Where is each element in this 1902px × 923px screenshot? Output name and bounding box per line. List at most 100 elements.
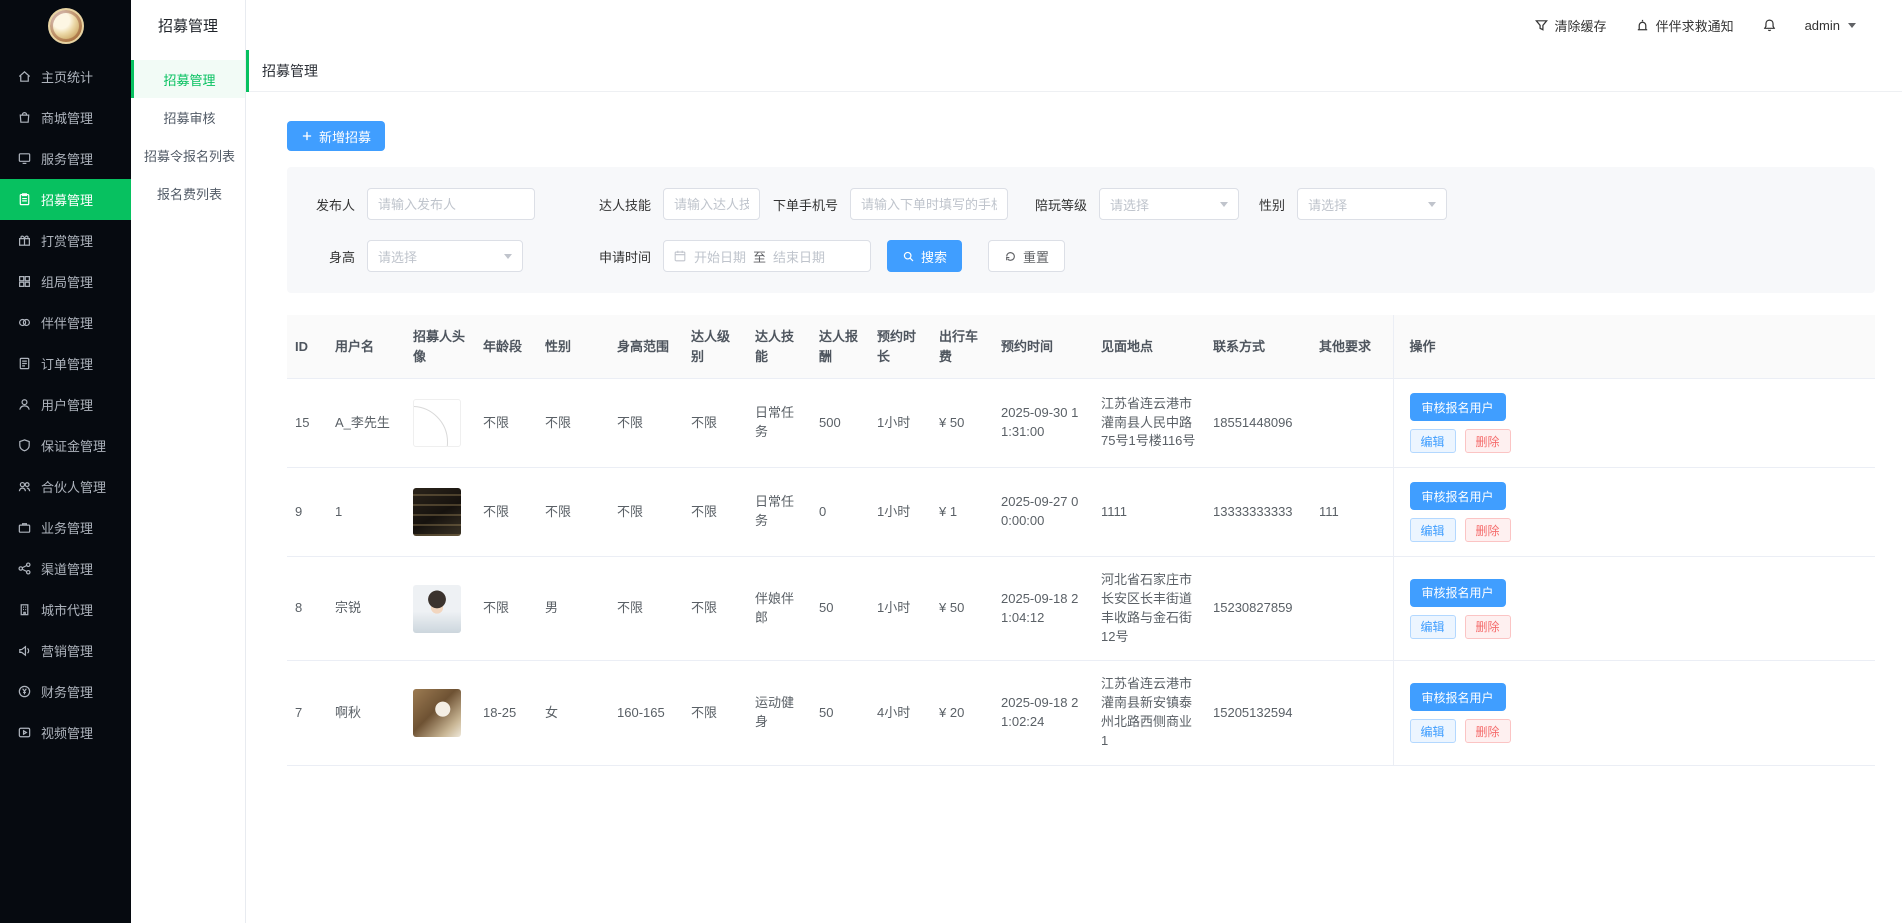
cell-username: 宗锐 — [327, 557, 405, 661]
submenu-item-label: 招募令报名列表 — [144, 146, 235, 165]
sidebar-item-partner[interactable]: 合伙人管理 — [0, 466, 131, 507]
edit-button[interactable]: 编辑 — [1410, 518, 1456, 542]
review-signup-users-button[interactable]: 审核报名用户 — [1410, 683, 1506, 711]
cell-time: 2025-09-18 21:02:24 — [993, 661, 1093, 765]
sidebar-item-label: 财务管理 — [41, 682, 93, 701]
col-header-avatar: 招募人头像 — [405, 315, 475, 379]
cell-duration: 1小时 — [869, 468, 931, 557]
delete-button[interactable]: 删除 — [1465, 719, 1511, 743]
sidebar-item-recruitment[interactable]: 招募管理 — [0, 179, 131, 220]
cell-reward: 50 — [811, 557, 869, 661]
edit-button[interactable]: 编辑 — [1410, 719, 1456, 743]
gender-placeholder: 请选择 — [1308, 195, 1347, 214]
height-label: 身高 — [315, 247, 355, 266]
sidebar-item-label: 服务管理 — [41, 149, 93, 168]
sidebar-item-orders[interactable]: 订单管理 — [0, 343, 131, 384]
user-menu[interactable]: admin — [1805, 18, 1856, 33]
sidebar-item-home-stats[interactable]: 主页统计 — [0, 56, 131, 97]
sidebar-item-city-agent[interactable]: 城市代理 — [0, 589, 131, 630]
review-signup-users-button[interactable]: 审核报名用户 — [1410, 482, 1506, 510]
sidebar-item-label: 业务管理 — [41, 518, 93, 537]
reset-button[interactable]: 重置 — [988, 240, 1065, 272]
sidebar-item-deposit[interactable]: 保证金管理 — [0, 425, 131, 466]
main-area: 清除缓存 伴伴求救通知 admin 招募管理 新增招募 — [246, 0, 1902, 923]
cell-username: 1 — [327, 468, 405, 557]
col-header-reward: 达人报酬 — [811, 315, 869, 379]
submenu-item-recruitment-review[interactable]: 招募审核 — [131, 98, 245, 136]
cell-id: 8 — [287, 557, 327, 661]
sos-alert-icon — [1635, 18, 1650, 33]
shield-icon — [17, 438, 32, 453]
sidebar-item-business[interactable]: 业务管理 — [0, 507, 131, 548]
sidebar-item-label: 城市代理 — [41, 600, 93, 619]
cell-height: 不限 — [609, 468, 683, 557]
cell-id: 7 — [287, 661, 327, 765]
sos-notice-label: 伴伴求救通知 — [1656, 16, 1734, 35]
play-level-select[interactable]: 请选择 — [1099, 188, 1239, 220]
calendar-icon — [673, 249, 687, 263]
sos-notice-button[interactable]: 伴伴求救通知 — [1635, 16, 1734, 35]
edit-button[interactable]: 编辑 — [1410, 429, 1456, 453]
sidebar-item-companion[interactable]: 伴伴管理 — [0, 302, 131, 343]
notifications-button[interactable] — [1762, 18, 1777, 33]
cell-level: 不限 — [683, 379, 747, 468]
clear-cache-button[interactable]: 清除缓存 — [1534, 16, 1607, 35]
sidebar-item-group[interactable]: 组局管理 — [0, 261, 131, 302]
sidebar-item-label: 组局管理 — [41, 272, 93, 291]
height-placeholder: 请选择 — [378, 247, 417, 266]
review-signup-users-button[interactable]: 审核报名用户 — [1410, 393, 1506, 421]
cell-fare: ¥ 20 — [931, 661, 993, 765]
filter-row-2: 身高 请选择 申请时间 开始日期 至 结束日期 搜索 — [315, 240, 1847, 272]
sidebar-item-users[interactable]: 用户管理 — [0, 384, 131, 425]
sidebar-item-label: 合伙人管理 — [41, 477, 106, 496]
cell-username: A_李先生 — [327, 379, 405, 468]
delete-button[interactable]: 删除 — [1465, 429, 1511, 453]
apply-time-daterange[interactable]: 开始日期 至 结束日期 — [663, 240, 871, 272]
app-logo — [48, 8, 84, 44]
sidebar-item-channel[interactable]: 渠道管理 — [0, 548, 131, 589]
sidebar-item-marketing[interactable]: 营销管理 — [0, 630, 131, 671]
edit-button[interactable]: 编辑 — [1410, 615, 1456, 639]
play-level-placeholder: 请选择 — [1110, 195, 1149, 214]
grid-icon — [17, 274, 32, 289]
cell-level: 不限 — [683, 661, 747, 765]
cell-id: 15 — [287, 379, 327, 468]
sidebar-item-service[interactable]: 服务管理 — [0, 138, 131, 179]
search-button[interactable]: 搜索 — [887, 240, 962, 272]
col-header-time: 预约时间 — [993, 315, 1093, 379]
gender-select[interactable]: 请选择 — [1297, 188, 1447, 220]
skill-input[interactable] — [663, 188, 760, 220]
col-header-age: 年龄段 — [475, 315, 537, 379]
chevron-down-icon — [504, 254, 512, 259]
plus-icon — [301, 130, 313, 142]
submenu-item-recruitment[interactable]: 招募管理 — [131, 60, 245, 98]
submenu-item-fee-list[interactable]: 报名费列表 — [131, 174, 245, 212]
sidebar-item-finance[interactable]: 财务管理 — [0, 671, 131, 712]
cell-gender: 男 — [537, 557, 609, 661]
col-header-skill: 达人技能 — [747, 315, 811, 379]
delete-button[interactable]: 删除 — [1465, 615, 1511, 639]
submenu-item-signup-list[interactable]: 招募令报名列表 — [131, 136, 245, 174]
cell-fare: ¥ 50 — [931, 379, 993, 468]
cell-location: 河北省石家庄市长安区长丰街道丰收路与金石街12号 — [1093, 557, 1205, 661]
search-icon — [902, 250, 915, 263]
height-select[interactable]: 请选择 — [367, 240, 523, 272]
sidebar-item-mall[interactable]: 商城管理 — [0, 97, 131, 138]
cell-age: 18-25 — [475, 661, 537, 765]
order-phone-input[interactable] — [850, 188, 1008, 220]
add-recruitment-button[interactable]: 新增招募 — [287, 121, 385, 151]
people-icon — [17, 479, 32, 494]
cell-skill: 运动健身 — [747, 661, 811, 765]
briefcase-icon — [17, 520, 32, 535]
publisher-input[interactable] — [367, 188, 535, 220]
apply-time-label: 申请时间 — [599, 247, 651, 266]
sidebar-item-reward[interactable]: 打赏管理 — [0, 220, 131, 261]
recruiter-avatar — [413, 488, 461, 536]
recruiter-avatar — [413, 399, 461, 447]
sidebar: 主页统计 商城管理 服务管理 招募管理 打赏管理 组局管理 — [0, 0, 131, 923]
cell-time: 2025-09-27 00:00:00 — [993, 468, 1093, 557]
review-signup-users-button[interactable]: 审核报名用户 — [1410, 579, 1506, 607]
order-phone-label: 下单手机号 — [773, 195, 838, 214]
delete-button[interactable]: 删除 — [1465, 518, 1511, 542]
sidebar-item-video[interactable]: 视频管理 — [0, 712, 131, 753]
